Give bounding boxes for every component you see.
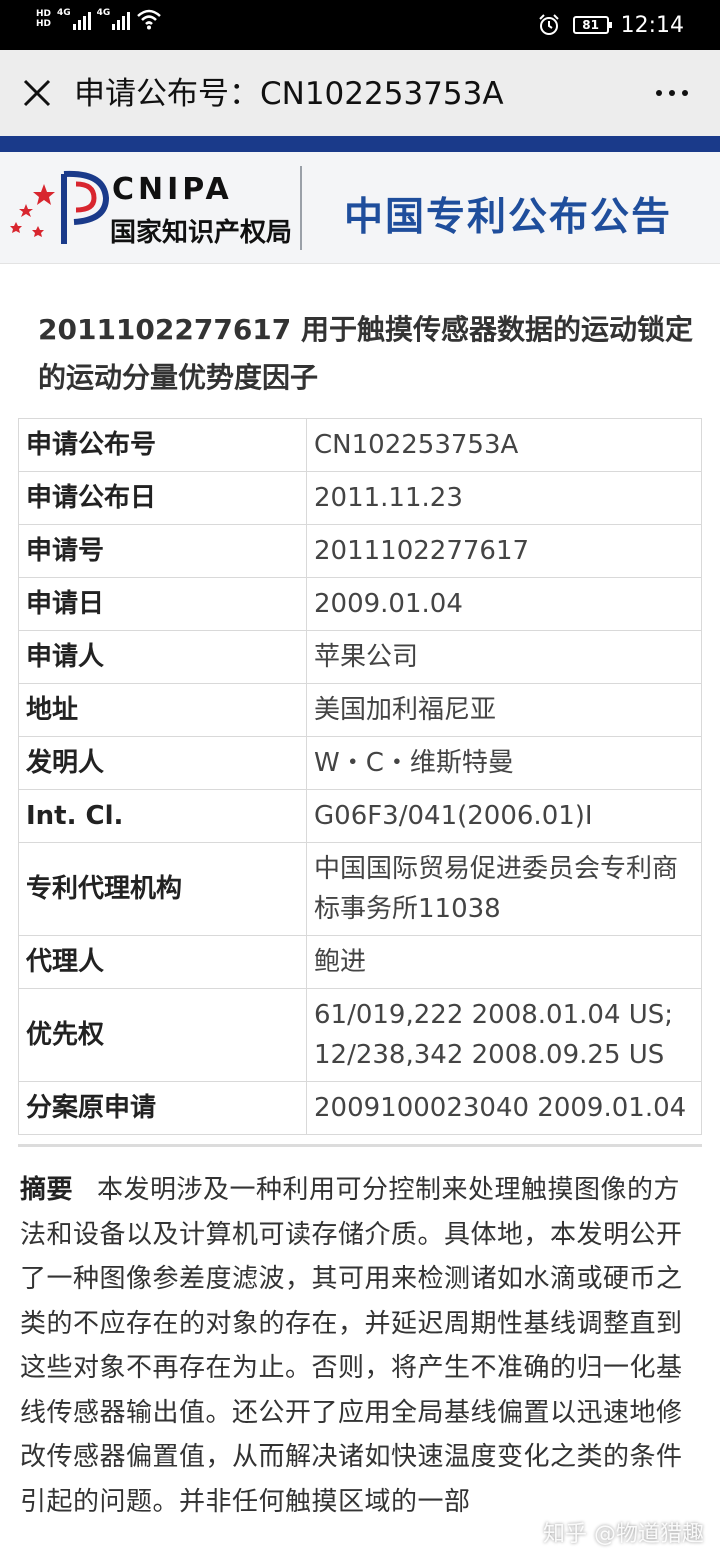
table-row: 发明人 W・C・维斯特曼 — [18, 736, 702, 790]
banner-divider — [300, 166, 302, 250]
hd2-label: HD — [36, 19, 52, 29]
page-title: 申请公布号：CN102253753A — [74, 76, 504, 112]
status-left: HD HD 4G 4G — [36, 8, 162, 30]
field-label: 发明人 — [18, 736, 307, 790]
table-row: 专利代理机构 中国国际贸易促进委员会专利商标事务所11038 — [18, 842, 702, 936]
field-value: 2009100023040 2009.01.04 — [306, 1081, 702, 1135]
org-name: 国家知识产权局 — [110, 218, 293, 248]
table-row: 申请号 2011102277617 — [18, 524, 702, 578]
field-label: 申请日 — [18, 577, 307, 631]
field-value: 苹果公司 — [306, 630, 702, 684]
site-banner: CNIPA 国家知识产权局 中国专利公布公告 — [0, 152, 720, 264]
header-band — [0, 136, 720, 152]
field-value: G06F3/041(2006.01)I — [306, 789, 702, 843]
field-label: 优先权 — [18, 988, 307, 1082]
table-row: 申请公布号 CN102253753A — [18, 418, 702, 472]
hd1-label: HD — [36, 9, 52, 19]
field-label: 申请号 — [18, 524, 307, 578]
abstract: 摘要 本发明涉及一种利用可分控制来处理触摸图像的方法和设备以及计算机可读存储介质。… — [20, 1168, 700, 1524]
cnipa-logo-icon — [61, 170, 110, 244]
table-row: 申请人 苹果公司 — [18, 630, 702, 684]
field-value: 中国国际贸易促进委员会专利商标事务所11038 — [306, 842, 702, 936]
abstract-label: 摘要 — [20, 1175, 74, 1205]
field-label: 申请公布号 — [18, 418, 307, 472]
table-row: 优先权 61/019,222 2008.01.04 US; 12/238,342 … — [18, 988, 702, 1082]
alarm-clock-icon — [538, 14, 559, 35]
field-label: 申请人 — [18, 630, 307, 684]
field-value: CN102253753A — [306, 418, 702, 472]
field-label: 代理人 — [18, 935, 307, 989]
close-icon[interactable] — [20, 76, 54, 110]
clock: 12:14 — [620, 12, 684, 38]
field-value: 美国加利福尼亚 — [306, 683, 702, 737]
abstract-text: 本发明涉及一种利用可分控制来处理触摸图像的方法和设备以及计算机可读存储介质。具体… — [20, 1175, 683, 1517]
signal-2-icon: 4G — [97, 8, 131, 30]
table-row: 代理人 鲍进 — [18, 935, 702, 989]
field-label: 地址 — [18, 683, 307, 737]
field-value: 2011.11.23 — [306, 471, 702, 525]
sim1-network-label: 4G — [57, 8, 71, 18]
battery-icon: 81 — [572, 16, 612, 34]
field-value: 2009.01.04 — [306, 577, 702, 631]
table-row: 地址 美国加利福尼亚 — [18, 683, 702, 737]
table-row: 申请公布日 2011.11.23 — [18, 471, 702, 525]
field-value: 2011102277617 — [306, 524, 702, 578]
field-value: W・C・维斯特曼 — [306, 736, 702, 790]
logo-text: CNIPA — [112, 172, 233, 207]
field-value: 鲍进 — [306, 935, 702, 989]
field-label: Int. Cl. — [18, 789, 307, 843]
title-bar: 申请公布号：CN102253753A — [0, 50, 720, 136]
field-label: 分案原申请 — [18, 1081, 307, 1135]
patent-heading: 2011102277617 用于触摸传感器数据的运动锁定的运动分量优势度因子 — [38, 313, 694, 394]
table-row: Int. Cl. G06F3/041(2006.01)I — [18, 789, 702, 843]
signal-1-icon: 4G — [57, 8, 91, 30]
more-options-icon[interactable] — [656, 90, 688, 96]
wifi-icon — [137, 9, 162, 30]
status-right: 81 12:14 — [537, 0, 684, 50]
field-label: 专利代理机构 — [18, 842, 307, 936]
patent-info-table: 申请公布号 CN102253753A 申请公布日 2011.11.23 申请号 20111… — [18, 418, 702, 1135]
watermark: 知乎 @物道猎趣 — [543, 1522, 704, 1547]
status-bar: HD HD 4G 4G 81 12:14 — [0, 0, 720, 50]
table-row: 申请日 2009.01.04 — [18, 577, 702, 631]
field-label: 申请公布日 — [18, 471, 307, 525]
field-value: 61/019,222 2008.01.04 US; 12/238,342 200… — [306, 988, 702, 1082]
section-divider — [18, 1144, 702, 1147]
publication-title: 中国专利公布公告 — [344, 195, 673, 240]
sim2-network-label: 4G — [96, 8, 111, 18]
table-row: 分案原申请 2009100023040 2009.01.04 — [18, 1081, 702, 1135]
hd-indicator: HD HD — [36, 9, 51, 29]
